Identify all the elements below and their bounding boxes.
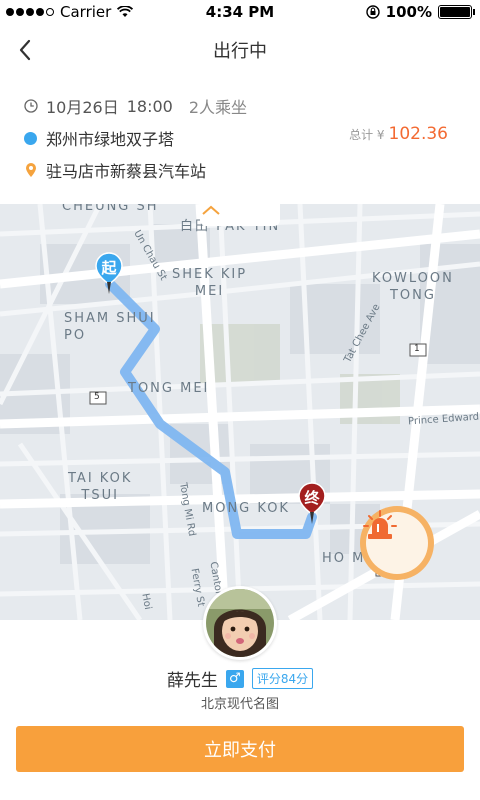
nav-bar: 出行中	[0, 24, 480, 76]
origin-address: 郑州市绿地双子塔	[46, 130, 175, 149]
destination-row: 驻马店市新蔡县汽车站	[24, 158, 206, 182]
driver-avatar[interactable]	[203, 586, 277, 660]
trip-total: 总计 ¥ 102.36	[349, 124, 448, 144]
battery-percent: 100%	[385, 3, 432, 21]
emergency-alarm-button[interactable]	[360, 506, 434, 580]
origin-dot-icon	[24, 131, 37, 145]
map-label-shek-kip-mei: SHEK KIP MEI	[172, 267, 248, 299]
clock-icon	[24, 99, 38, 113]
trip-time: 18:00	[126, 96, 173, 116]
map-label-cheung-sha-wan: CHEUNG SH	[62, 204, 159, 214]
location-pin-icon	[26, 163, 36, 177]
status-right: 100%	[365, 3, 475, 21]
total-amount: 102.36	[388, 124, 448, 144]
rotation-lock-icon	[365, 5, 380, 19]
driver-name-row: 薛先生 ♂ 评分84分	[0, 666, 480, 691]
map-label-mong-kok: MONG KOK	[202, 501, 290, 516]
back-arrow-icon[interactable]	[12, 36, 40, 64]
map-label-tai-kok-tsui: TAI KOK TSUI	[68, 471, 133, 503]
route-map[interactable]: CHEUNG SH 白田 PAK TIN SHEK KIP MEI KOWLOO…	[0, 204, 480, 620]
male-gender-icon: ♂	[225, 669, 244, 688]
trip-date: 10月26日	[46, 98, 119, 117]
trip-info: 10月26日 18:00 2人乘坐 郑州市绿地双子塔 总计 ¥ 102.36 驻…	[0, 86, 480, 196]
chevron-up-icon	[202, 205, 220, 215]
origin-row: 郑州市绿地双子塔	[24, 126, 174, 150]
pay-now-button[interactable]: 立即支付	[16, 726, 464, 772]
map-label-ho-man: HO M	[322, 551, 366, 566]
end-marker-label: 终	[304, 489, 320, 507]
alarm-siren-icon	[363, 510, 397, 539]
driver-name: 薛先生	[166, 671, 218, 691]
destination-address: 驻马店市新蔡县汽车站	[46, 162, 207, 181]
passenger-count: 2人乘坐	[188, 98, 248, 117]
trip-time-row: 10月26日 18:00 2人乘坐	[24, 94, 247, 118]
collapse-map-button[interactable]	[200, 204, 280, 226]
map-label-tong-mei: TONG MEI	[128, 381, 210, 396]
battery-icon	[438, 5, 475, 19]
driver-rating-badge: 评分84分	[251, 668, 314, 689]
avatar-image	[206, 589, 274, 657]
driver-card: 薛先生 ♂ 评分84分 北京现代名图	[0, 586, 480, 720]
page-title: 出行中	[213, 41, 267, 62]
map-route-shield-1: 1	[414, 344, 420, 354]
map-label-sham-shui-po: SHAM SHUI PO	[64, 311, 156, 343]
status-bar: Carrier 4:34 PM 100%	[0, 0, 480, 24]
map-route-shield-5: 5	[94, 392, 100, 402]
vehicle-model: 北京现代名图	[200, 697, 279, 712]
start-marker-label: 起	[101, 259, 117, 277]
map-label-kowloon-tong: KOWLOON TONG	[372, 271, 454, 303]
total-label: 总计 ¥	[349, 128, 385, 142]
